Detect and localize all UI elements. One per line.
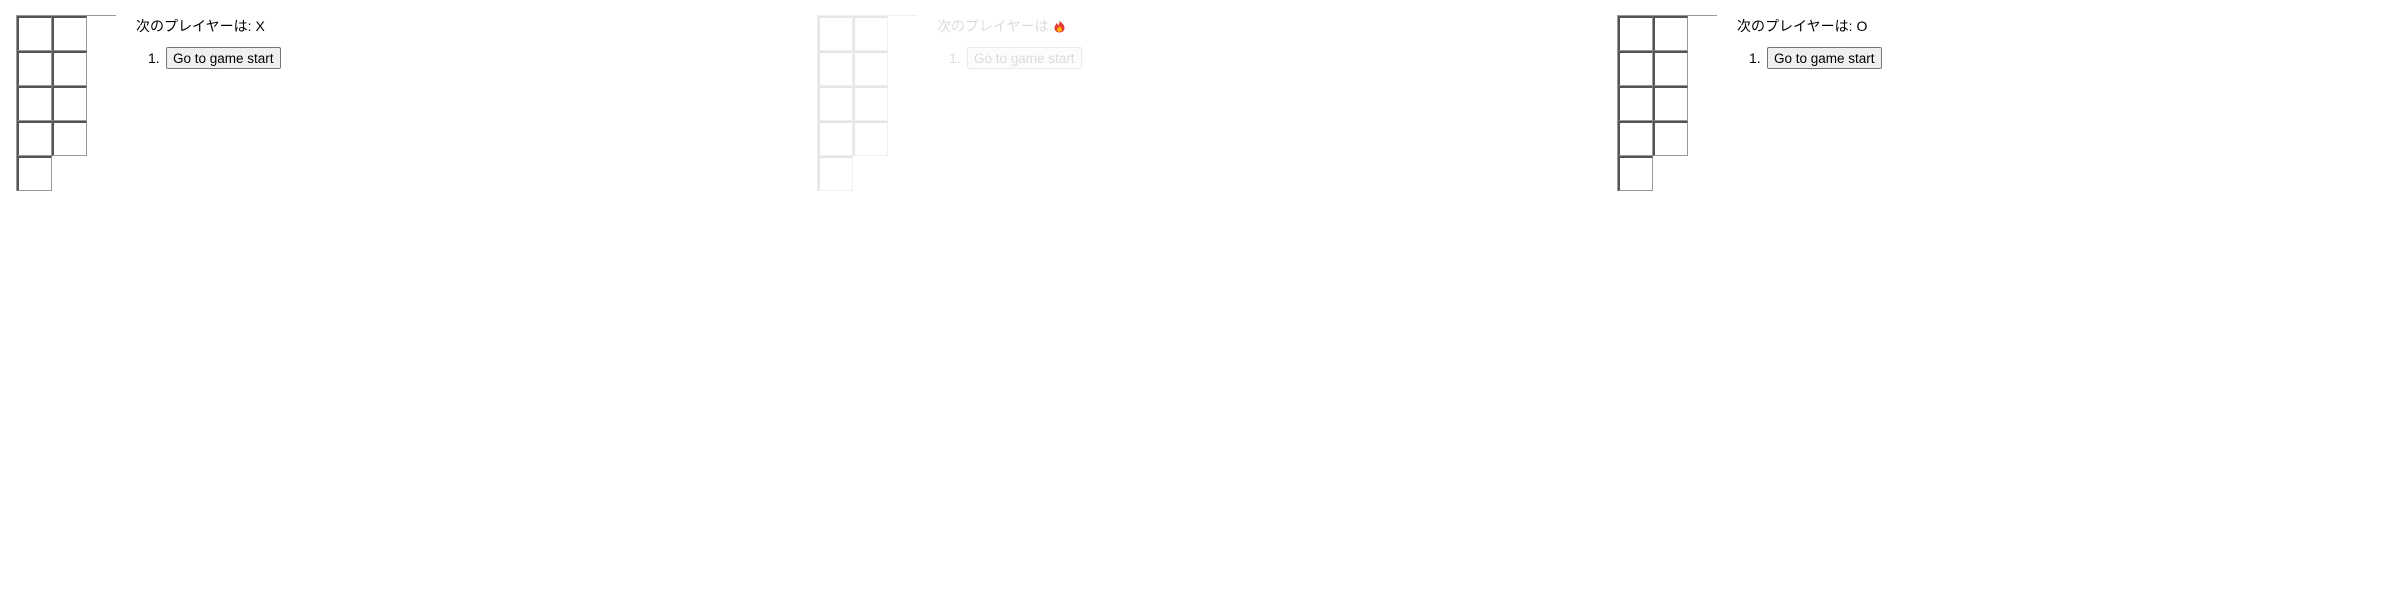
game-board: [16, 15, 116, 191]
board-square[interactable]: [818, 16, 853, 51]
board-square[interactable]: [52, 121, 87, 156]
move-number: 1.: [1749, 50, 1761, 66]
move-history-list: 1. Go to game start: [937, 47, 1082, 69]
board-square[interactable]: [853, 121, 888, 156]
game-board: [817, 15, 917, 191]
board-square[interactable]: [1618, 121, 1653, 156]
board-square[interactable]: [17, 156, 52, 191]
games-container: 次のプレイヤーは: X 1. Go to game start 次のプレイヤーは…: [0, 0, 2400, 600]
game-info: 次のプレイヤーは: O 1. Go to game start: [1737, 15, 1882, 69]
board-square[interactable]: [52, 16, 87, 51]
go-to-game-start-button[interactable]: Go to game start: [967, 47, 1082, 69]
board-square[interactable]: [818, 51, 853, 86]
board-square[interactable]: [1618, 156, 1653, 191]
move-list-item: 1. Go to game start: [1749, 47, 1882, 69]
board-square[interactable]: [1618, 51, 1653, 86]
board-square[interactable]: [1653, 86, 1688, 121]
board-square[interactable]: [52, 86, 87, 121]
move-list-item: 1. Go to game start: [148, 47, 281, 69]
board-square[interactable]: [818, 121, 853, 156]
game-board: [1617, 15, 1717, 191]
board-square[interactable]: [1618, 86, 1653, 121]
fire-icon: [1054, 20, 1065, 33]
board-square[interactable]: [17, 86, 52, 121]
board-square[interactable]: [853, 16, 888, 51]
next-player-symbol: X: [255, 18, 265, 34]
status-label: 次のプレイヤーは:: [136, 18, 252, 34]
board-square[interactable]: [1653, 51, 1688, 86]
next-player-status: 次のプレイヤーは: O: [1737, 18, 1882, 35]
board-square[interactable]: [1618, 16, 1653, 51]
board-square[interactable]: [818, 156, 853, 191]
status-label: 次のプレイヤーは:: [1737, 18, 1853, 34]
board-square[interactable]: [1653, 16, 1688, 51]
next-player-symbol: O: [1856, 18, 1868, 34]
board-square[interactable]: [17, 121, 52, 156]
go-to-game-start-button[interactable]: Go to game start: [166, 47, 281, 69]
go-to-game-start-button[interactable]: Go to game start: [1767, 47, 1882, 69]
game-panel-1: 次のプレイヤーは: X 1. Go to game start: [16, 15, 281, 191]
board-square[interactable]: [52, 51, 87, 86]
board-square[interactable]: [853, 51, 888, 86]
game-panel-3: 次のプレイヤーは: O 1. Go to game start: [1617, 15, 1882, 191]
status-label: 次のプレイヤーは:: [937, 18, 1053, 34]
board-square[interactable]: [1653, 121, 1688, 156]
board-square[interactable]: [17, 16, 52, 51]
board-square[interactable]: [853, 86, 888, 121]
move-history-list: 1. Go to game start: [1737, 47, 1882, 69]
move-history-list: 1. Go to game start: [136, 47, 281, 69]
next-player-status: 次のプレイヤーは: X: [136, 18, 281, 35]
game-info: 次のプレイヤーは: X 1. Go to game start: [136, 15, 281, 69]
move-number: 1.: [148, 50, 160, 66]
move-list-item: 1. Go to game start: [949, 47, 1082, 69]
board-square[interactable]: [17, 51, 52, 86]
board-square[interactable]: [818, 86, 853, 121]
move-number: 1.: [949, 50, 961, 66]
game-panel-2: 次のプレイヤーは: 1. Go to game start: [817, 15, 1082, 191]
